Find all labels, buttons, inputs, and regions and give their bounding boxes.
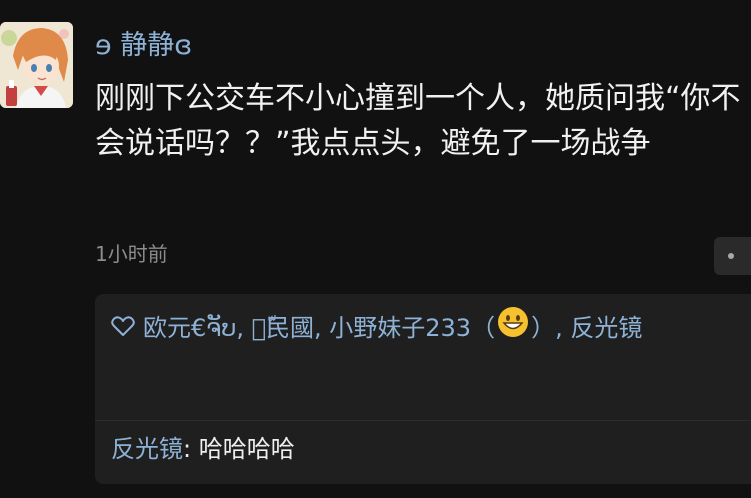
comment-text: 哈哈哈哈 [198, 435, 295, 463]
heart-icon[interactable] [111, 307, 135, 351]
liker-names-tail[interactable]: ）, 反光镜 [531, 314, 642, 342]
grinning-face-icon [497, 306, 529, 352]
liker-names[interactable]: 欧元€ຈັບ, 馬ّ民國, 小野妹子233（ [143, 314, 495, 342]
comment-panel: 欧元€ຈັບ, 馬ّ民國, 小野妹子233（ ）, 反光镜 反光镜: 哈哈哈哈 [95, 294, 751, 484]
more-dot-icon [728, 253, 734, 259]
more-options-button[interactable] [714, 237, 751, 275]
comment-divider [95, 420, 751, 421]
username[interactable]: ɘ 静静ɞ [95, 28, 192, 64]
comment-author[interactable]: 反光镜 [111, 435, 183, 463]
post-text: 刚刚下公交车不小心撞到一个人，她质问我“你不会说话吗？？”我点点头，避免了一场战… [95, 81, 741, 161]
comment-item[interactable]: 反光镜: 哈哈哈哈 [111, 429, 295, 469]
post-time: 1小时前 [95, 242, 168, 266]
comment-separator: : [183, 435, 199, 463]
user-avatar[interactable] [0, 22, 73, 108]
likes-line: 欧元€ຈັບ, 馬ّ民國, 小野妹子233（ ）, 反光镜 [111, 306, 751, 352]
